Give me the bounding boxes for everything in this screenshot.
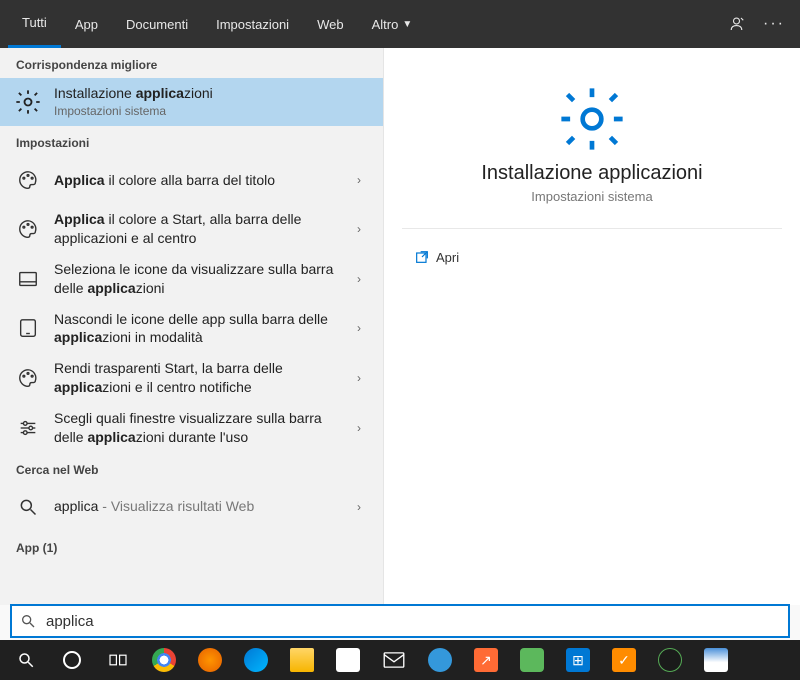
feedback-icon[interactable] xyxy=(720,0,756,48)
action-open-label: Apri xyxy=(436,250,459,265)
taskbar-chrome[interactable] xyxy=(142,640,186,680)
result-label: Nascondi le icone delle app sulla barra … xyxy=(54,310,347,348)
search-input[interactable] xyxy=(40,613,780,630)
chevron-right-icon: › xyxy=(347,421,371,435)
result-web-search[interactable]: applica - Visualizza risultati Web › xyxy=(0,483,383,531)
result-label: Applica il colore a Start, alla barra de… xyxy=(54,210,347,248)
result-label: Rendi trasparenti Start, la barra delle … xyxy=(54,359,347,397)
section-web: Cerca nel Web xyxy=(0,453,383,483)
taskbar-firefox[interactable] xyxy=(188,640,232,680)
section-best-match: Corrispondenza migliore xyxy=(0,48,383,78)
gear-icon xyxy=(12,86,44,118)
tab-settings[interactable]: Impostazioni xyxy=(202,0,303,48)
taskbar-app-bluesquare[interactable]: ⊞ xyxy=(556,640,600,680)
result-setting-color-start[interactable]: Applica il colore a Start, alla barra de… xyxy=(0,204,383,254)
chevron-right-icon: › xyxy=(347,321,371,335)
more-options-icon[interactable]: ··· xyxy=(756,0,792,48)
preview-title: Installazione applicazioni xyxy=(481,162,702,185)
tab-more-label: Altro xyxy=(372,17,399,32)
taskbar-app-orange[interactable]: ↗ xyxy=(464,640,508,680)
chevron-right-icon: › xyxy=(347,371,371,385)
palette-icon xyxy=(12,213,44,245)
taskbar-explorer[interactable] xyxy=(280,640,324,680)
taskbar-search[interactable] xyxy=(4,640,48,680)
taskbar-store[interactable] xyxy=(326,640,370,680)
result-setting-hide-icons[interactable]: Nascondi le icone delle app sulla barra … xyxy=(0,304,383,354)
taskbar-app-blue[interactable] xyxy=(418,640,462,680)
taskbar-app-check[interactable]: ✓ xyxy=(602,640,646,680)
result-setting-windows-taskbar[interactable]: Scegli quali finestre visualizzare sulla… xyxy=(0,403,383,453)
palette-icon xyxy=(12,362,44,394)
search-input-container xyxy=(10,604,790,638)
result-label: Applica il colore alla barra del titolo xyxy=(54,171,347,190)
preview-subtitle: Impostazioni sistema xyxy=(531,189,652,204)
result-best-match[interactable]: Installazione applicazioni Impostazioni … xyxy=(0,78,383,126)
taskbar-icon xyxy=(12,263,44,295)
action-open[interactable]: Apri xyxy=(402,241,782,273)
taskbar: ↗ ⊞ ✓ xyxy=(0,640,800,680)
result-label: applica - Visualizza risultati Web xyxy=(54,497,347,516)
chevron-right-icon: › xyxy=(347,500,371,514)
result-label: Scegli quali finestre visualizzare sulla… xyxy=(54,409,347,447)
chevron-right-icon: › xyxy=(347,173,371,187)
taskbar-app-image[interactable] xyxy=(694,640,738,680)
result-setting-color-titlebar[interactable]: Applica il colore alla barra del titolo … xyxy=(0,156,383,204)
tab-apps[interactable]: App xyxy=(61,0,112,48)
search-filter-tabs: Tutti App Documenti Impostazioni Web Alt… xyxy=(0,0,800,48)
preview-pane: Installazione applicazioni Impostazioni … xyxy=(384,48,800,605)
taskbar-app-green[interactable] xyxy=(510,640,554,680)
section-settings: Impostazioni xyxy=(0,126,383,156)
tab-more[interactable]: Altro ▼ xyxy=(358,0,427,48)
settings-sliders-icon xyxy=(12,412,44,444)
search-results-list: Corrispondenza migliore Installazione ap… xyxy=(0,48,384,605)
chevron-right-icon: › xyxy=(347,222,371,236)
result-best-text: Installazione applicazioni Impostazioni … xyxy=(54,84,371,119)
search-icon xyxy=(12,491,44,523)
open-icon xyxy=(408,249,436,265)
search-icon xyxy=(20,613,40,629)
chevron-right-icon: › xyxy=(347,272,371,286)
taskbar-app-globe[interactable] xyxy=(648,640,692,680)
tab-web[interactable]: Web xyxy=(303,0,358,48)
tablet-icon xyxy=(12,312,44,344)
section-apps: App (1) xyxy=(0,531,383,561)
tab-documents[interactable]: Documenti xyxy=(112,0,202,48)
chevron-down-icon: ▼ xyxy=(402,19,412,30)
taskbar-cortana[interactable] xyxy=(50,640,94,680)
gear-icon-large xyxy=(557,84,627,154)
taskbar-taskview[interactable] xyxy=(96,640,140,680)
result-label: Seleziona le icone da visualizzare sulla… xyxy=(54,260,347,298)
result-setting-select-icons[interactable]: Seleziona le icone da visualizzare sulla… xyxy=(0,254,383,304)
result-setting-transparent[interactable]: Rendi trasparenti Start, la barra delle … xyxy=(0,353,383,403)
taskbar-edge[interactable] xyxy=(234,640,278,680)
tab-all[interactable]: Tutti xyxy=(8,0,61,48)
taskbar-mail[interactable] xyxy=(372,640,416,680)
palette-icon xyxy=(12,164,44,196)
